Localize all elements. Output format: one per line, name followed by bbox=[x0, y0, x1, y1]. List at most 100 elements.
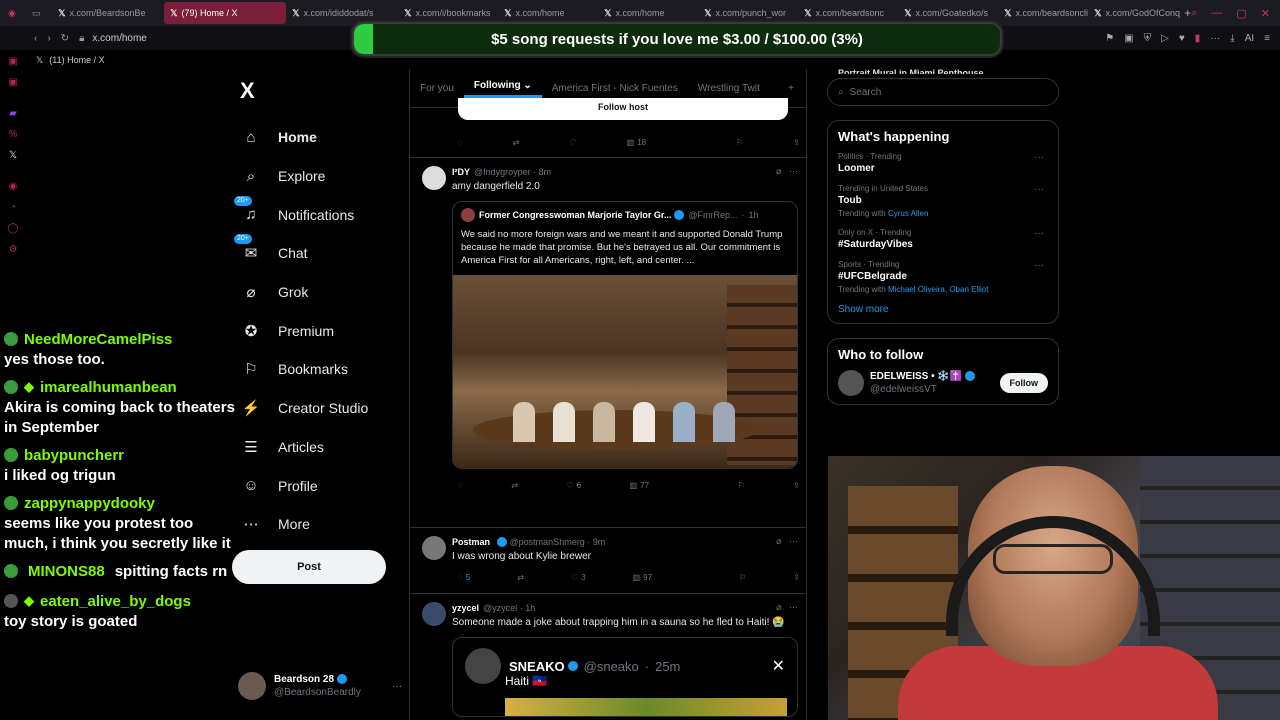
share-icon[interactable]: ⇪ bbox=[793, 481, 800, 490]
more-dots-icon[interactable]: ··· bbox=[1034, 184, 1044, 195]
share-icon[interactable]: ⇪ bbox=[793, 138, 800, 147]
quoted-tweet[interactable]: SNEAKO @sneako · 25m ✕ Haiti 🇭🇹 bbox=[452, 637, 798, 717]
percent-icon[interactable]: % bbox=[9, 129, 18, 140]
trend-item[interactable]: Politics · Trending Loomer ··· bbox=[838, 152, 1048, 174]
menu-icon[interactable]: ≡ bbox=[1264, 33, 1270, 44]
bookmark-page-icon[interactable]: ⚑ bbox=[1105, 33, 1114, 44]
tweet-time[interactable]: 9m bbox=[593, 537, 606, 547]
browser-tab-active[interactable]: 𝕏 (79) Home / X bbox=[164, 2, 287, 24]
tweet-time[interactable]: 8m bbox=[539, 167, 552, 177]
reply-icon[interactable]: ◌ bbox=[458, 481, 463, 490]
nav-home[interactable]: ⌂ Home bbox=[232, 118, 402, 157]
minimize-icon[interactable]: — bbox=[1211, 7, 1222, 20]
more-dots-icon[interactable]: ··· bbox=[1210, 33, 1220, 44]
nav-notifications[interactable]: ♫ 20+ Notifications bbox=[232, 195, 402, 234]
browser-tab[interactable]: 𝕏x.com/home bbox=[498, 2, 598, 24]
trend-item[interactable]: Only on X · Trending #SaturdayVibes ··· bbox=[838, 228, 1048, 250]
account-switcher[interactable]: Beardson 28 @BeardsonBeardly ··· bbox=[238, 670, 402, 702]
close-icon[interactable]: ✕ bbox=[1261, 7, 1270, 20]
browser-tab[interactable]: 𝕏x.com/i/bookmarks bbox=[398, 2, 498, 24]
instagram-icon[interactable]: ▣ bbox=[8, 77, 17, 88]
nav-bookmarks[interactable]: ⚐ Bookmarks bbox=[232, 350, 402, 389]
like-icon[interactable]: ♡ 6 bbox=[566, 481, 581, 490]
tweet-time[interactable]: 1h bbox=[525, 603, 535, 613]
retweet-icon[interactable]: ⇄ bbox=[513, 138, 520, 147]
x-logo[interactable]: X bbox=[240, 78, 402, 104]
back-icon[interactable]: ‹ bbox=[34, 33, 37, 44]
trend-link[interactable]: Cyrus Allen bbox=[888, 209, 928, 218]
x-logo-icon[interactable]: 𝕏 bbox=[9, 150, 17, 161]
browser-menu-icon[interactable]: ◉ bbox=[0, 8, 32, 19]
grok-icon[interactable]: ⌀ ··· bbox=[776, 536, 798, 547]
tab-following[interactable]: Following ⌄ bbox=[463, 80, 542, 98]
screenshot-icon[interactable]: ▣ bbox=[1124, 33, 1133, 44]
settings-icon[interactable]: ⚙ bbox=[9, 244, 18, 255]
more-dots-icon[interactable]: ··· bbox=[1034, 228, 1044, 239]
like-icon[interactable]: ♡ 3 bbox=[571, 573, 586, 582]
reply-icon[interactable]: ◌ bbox=[458, 138, 463, 147]
browser-tab[interactable]: 𝕏x.com/punch_wor bbox=[698, 2, 798, 24]
views-icon[interactable]: ▥ 18 bbox=[627, 138, 646, 147]
browser-tab[interactable]: 𝕏x.com/beardsonc bbox=[798, 2, 898, 24]
messenger-icon[interactable]: ▣ bbox=[8, 56, 17, 67]
quote-media[interactable] bbox=[505, 698, 787, 716]
tab-list-america-first[interactable]: America First - Nick Fuentes bbox=[542, 83, 688, 94]
trend-link[interactable]: Michael Oliveira, Oban Elliot bbox=[888, 285, 988, 294]
reply-icon[interactable]: ◌ 5 bbox=[458, 573, 470, 582]
shield-icon[interactable]: ⛨ bbox=[1144, 33, 1152, 44]
nav-articles[interactable]: ☰ Articles bbox=[232, 428, 402, 467]
nav-premium[interactable]: ✪ Premium bbox=[232, 311, 402, 350]
retweet-icon[interactable]: ⇄ bbox=[511, 481, 518, 490]
grok-icon[interactable]: ⌀ ··· bbox=[776, 166, 798, 177]
bookmark-icon[interactable]: ⚐ bbox=[739, 573, 746, 582]
search-box[interactable]: ⌕ bbox=[827, 78, 1059, 106]
more-dots-icon[interactable]: ··· bbox=[1034, 260, 1044, 271]
trend-item[interactable]: Trending in United States Toub Trending … bbox=[838, 184, 1048, 218]
tweet-photo[interactable] bbox=[453, 275, 797, 468]
download-icon[interactable]: ⤓ bbox=[1230, 33, 1234, 44]
tweet-author[interactable]: Postman bbox=[452, 537, 490, 547]
tab-list-wrestling[interactable]: Wrestling Twit bbox=[688, 83, 770, 94]
tweet[interactable]: Postman @postmanShmerg · 9m ⌀ ··· I was … bbox=[410, 528, 806, 594]
nav-grok[interactable]: ⌀ Grok bbox=[232, 273, 402, 312]
nav-profile[interactable]: ☺ Profile bbox=[232, 466, 402, 505]
tweet-handle[interactable]: @yzycel bbox=[483, 603, 517, 613]
heart-icon[interactable]: ♥ bbox=[1179, 33, 1185, 44]
maximize-icon[interactable]: ▢ bbox=[1236, 7, 1246, 20]
bookmark-icon[interactable]: ⚐ bbox=[738, 481, 745, 490]
show-more-link[interactable]: Show more bbox=[838, 304, 1048, 315]
nav-more[interactable]: ⋯ More bbox=[232, 505, 402, 544]
address-bar[interactable]: x.com/home bbox=[92, 33, 146, 44]
more-dots-icon[interactable]: ··· bbox=[392, 681, 402, 692]
tab-for-you[interactable]: For you bbox=[410, 83, 464, 94]
bookmark-icon[interactable]: ⚐ bbox=[736, 138, 743, 147]
forward-icon[interactable]: › bbox=[47, 33, 50, 44]
browser-tab[interactable]: 𝕏x.com/GodOfConq bbox=[1088, 2, 1184, 24]
add-tab-icon[interactable]: + bbox=[778, 83, 806, 94]
browser-tab[interactable]: 𝕏x.com/BeardsonBe bbox=[52, 2, 164, 24]
ai-icon[interactable]: AI bbox=[1245, 33, 1254, 44]
post-button[interactable]: Post bbox=[232, 550, 386, 584]
like-icon[interactable]: ♡ bbox=[569, 138, 576, 147]
twitch-icon[interactable]: ▰ bbox=[9, 108, 17, 119]
nav-chat[interactable]: ✉ 20+ Chat bbox=[232, 234, 402, 273]
follow-button[interactable]: Follow bbox=[999, 373, 1048, 393]
chat-bubble-icon[interactable]: ◯ bbox=[7, 223, 18, 234]
tweet-handle[interactable]: @Indygroyper bbox=[474, 167, 531, 177]
tweet-handle[interactable]: @postmanShmerg bbox=[510, 537, 585, 547]
play-icon[interactable]: ▷ bbox=[1161, 33, 1169, 44]
grok-icon[interactable]: ⌀ ··· bbox=[776, 602, 798, 613]
follow-suggestion[interactable]: EDELWEISS • ❄️✝️ @edelweissVT Follow bbox=[838, 370, 1048, 396]
pin-icon[interactable]: ▮ bbox=[1195, 33, 1201, 44]
record-icon[interactable]: ◉ bbox=[9, 181, 18, 192]
follow-host-button[interactable]: Follow host bbox=[458, 98, 788, 120]
search-icon[interactable]: ⌕ bbox=[1191, 7, 1197, 20]
browser-tab[interactable]: 𝕏x.com/ididdodat/s bbox=[286, 2, 398, 24]
tab-manager-icon[interactable]: ▭ bbox=[32, 8, 52, 19]
reload-icon[interactable]: ↻ bbox=[61, 33, 69, 44]
tweet[interactable]: I²DY @Indygroyper · 8m ⌀ ··· amy dangerf… bbox=[410, 158, 806, 528]
tweet-author[interactable]: yzycel bbox=[452, 603, 479, 613]
browser-tab[interactable]: 𝕏x.com/Goatedko/s bbox=[898, 2, 998, 24]
trend-item[interactable]: Sports · Trending #UFCBelgrade Trending … bbox=[838, 260, 1048, 294]
tweet[interactable]: yzycel @yzycel · 1h ⌀ ··· Someone made a… bbox=[410, 594, 806, 720]
